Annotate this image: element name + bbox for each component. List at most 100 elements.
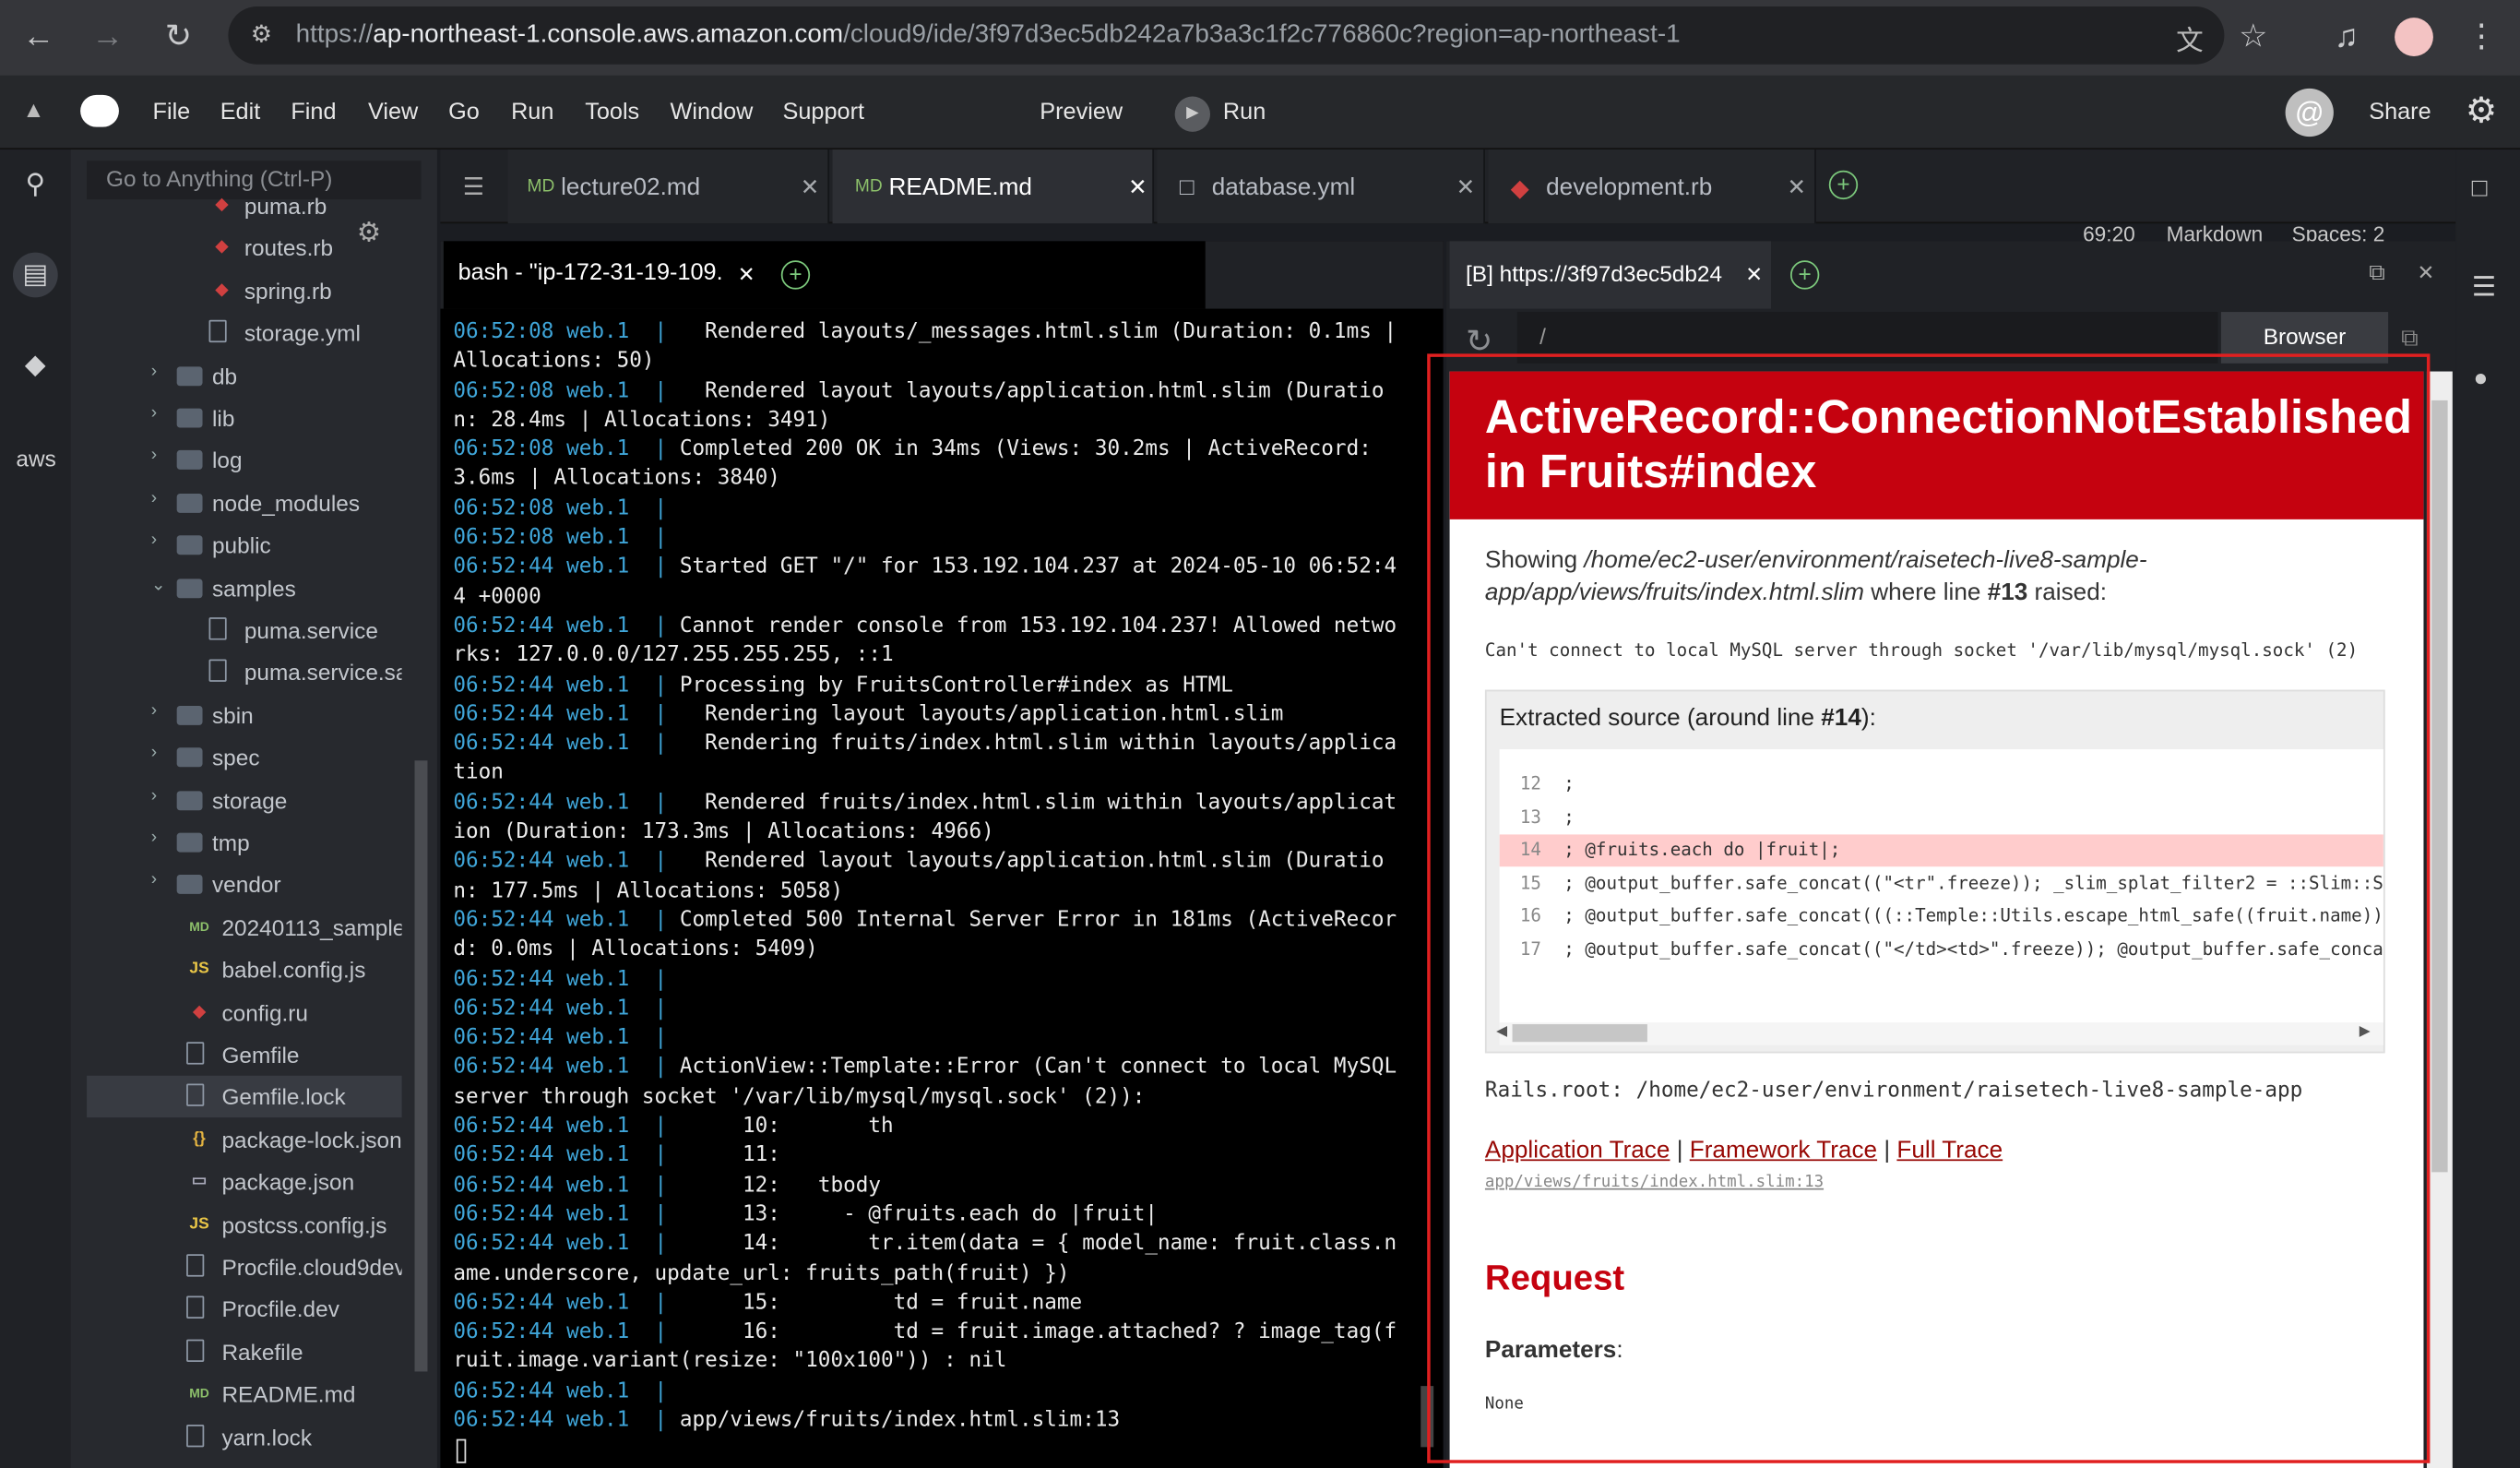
menu-file[interactable]: File	[153, 100, 191, 125]
menu-edit[interactable]: Edit	[220, 100, 261, 125]
preview-button[interactable]: Preview	[1040, 100, 1123, 125]
profile-avatar[interactable]	[2395, 18, 2433, 56]
tab-database-yml[interactable]: □ database.yml ✕	[1157, 149, 1485, 224]
tree-item[interactable]: JS postcss.config.js	[71, 1204, 402, 1246]
chevron-right-icon[interactable]: ›	[151, 531, 157, 550]
collaborator-avatar[interactable]: @	[2285, 88, 2334, 137]
expand-icon[interactable]: ⧉	[2401, 325, 2419, 352]
tree-item[interactable]: Gemfile.lock	[87, 1076, 402, 1118]
preview-scroll-thumb[interactable]	[2431, 400, 2448, 1173]
tree-item[interactable]: ◆ spring.rb	[71, 269, 402, 311]
menu-run[interactable]: Run	[511, 100, 553, 125]
tree-item[interactable]: › tmp	[71, 821, 402, 863]
back-icon[interactable]: ←	[19, 18, 58, 56]
close-icon[interactable]: ✕	[738, 262, 755, 288]
chevron-right-icon[interactable]: ›	[151, 446, 157, 465]
menu-find[interactable]: Find	[291, 100, 336, 125]
tree-item[interactable]: ◆ puma.rb	[71, 185, 402, 226]
tree-item[interactable]: Rakefile	[71, 1331, 402, 1373]
media-control-icon[interactable]: ♫	[2327, 18, 2366, 56]
collaborate-icon[interactable]: □	[2472, 175, 2488, 204]
add-preview-icon[interactable]: +	[1789, 260, 1820, 290]
tree-item[interactable]: › sbin	[71, 694, 402, 735]
tree-item[interactable]: ⌄ samples	[71, 567, 402, 608]
close-icon[interactable]: ✕	[801, 173, 819, 201]
outline-icon[interactable]: ☰	[2472, 272, 2497, 304]
tree-item[interactable]: ◆ config.ru	[71, 991, 402, 1032]
tree-item[interactable]: puma.service	[71, 609, 402, 650]
close-pane-icon[interactable]: ✕	[2417, 260, 2434, 286]
tab-readme[interactable]: MD README.md ✕	[832, 149, 1155, 224]
menu-view[interactable]: View	[368, 100, 418, 125]
preview-tab[interactable]: [B] https://3f97d3ec5db24 ✕	[1449, 241, 1772, 309]
close-icon[interactable]: ✕	[1787, 173, 1805, 201]
tree-item[interactable]: › node_modules	[71, 482, 402, 523]
tab-lecture02[interactable]: MD lecture02.md ✕	[507, 149, 830, 224]
terminal-pane[interactable]: bash - "ip-172-31-19-109. ✕ + 06:52:08 w…	[440, 241, 1444, 1468]
menu-go[interactable]: Go	[448, 100, 480, 125]
tree-item[interactable]: › vendor	[71, 864, 402, 905]
reload-icon[interactable]: ↻	[159, 18, 197, 56]
chevron-right-icon[interactable]: ›	[151, 361, 157, 380]
close-icon[interactable]: ✕	[1745, 262, 1763, 288]
run-play-icon[interactable]: ▶	[1174, 96, 1210, 132]
collapse-up-icon[interactable]: ▲	[22, 97, 44, 123]
forward-icon[interactable]: →	[89, 18, 127, 56]
tree-item[interactable]: › spec	[71, 736, 402, 778]
tree-item[interactable]: › lib	[71, 397, 402, 438]
run-button[interactable]: Run	[1223, 100, 1266, 125]
tree-item[interactable]: yarn.lock	[71, 1416, 402, 1458]
tree-item[interactable]: › db	[71, 354, 402, 396]
environment-files-icon[interactable]: ▤	[12, 252, 58, 298]
source-control-icon[interactable]: ◆	[16, 346, 54, 385]
cloud9-logo-icon[interactable]	[80, 94, 119, 127]
menu-support[interactable]: Support	[783, 100, 865, 125]
address-bar[interactable]: ⚙ https://ap-northeast-1.console.aws.ama…	[228, 6, 2225, 65]
tab-development-rb[interactable]: ◆ development.rb ✕	[1488, 149, 1816, 224]
close-icon[interactable]: ✕	[1128, 173, 1147, 201]
tree-item[interactable]: Procfile.dev	[71, 1289, 402, 1331]
tree-item[interactable]: MD 20240113_sample.md	[71, 906, 401, 948]
tree-item[interactable]: › public	[71, 524, 402, 566]
pop-out-icon[interactable]: ⧉	[2369, 259, 2384, 287]
chevron-right-icon[interactable]: ›	[151, 785, 157, 805]
close-icon[interactable]: ✕	[1456, 173, 1475, 201]
terminal-output: 06:52:08 web.1 | Rendered layouts/_messa…	[453, 318, 1408, 1437]
translate-icon[interactable]: 文	[2176, 18, 2204, 58]
tree-scrollbar[interactable]	[414, 760, 428, 1372]
chevron-right-icon[interactable]: ›	[151, 870, 157, 889]
aws-icon[interactable]: aws	[16, 439, 55, 478]
chevron-right-icon[interactable]: ›	[151, 743, 157, 762]
chevron-right-icon[interactable]: ›	[151, 488, 157, 507]
add-terminal-icon[interactable]: +	[780, 260, 811, 290]
settings-gear-icon[interactable]: ⚙	[2466, 90, 2497, 132]
tree-item[interactable]: › log	[71, 439, 402, 481]
preview-scrollbar[interactable]	[2426, 371, 2453, 1468]
tree-item[interactable]: ▭ package.json	[71, 1161, 402, 1202]
add-tab-icon[interactable]: +	[1828, 170, 1859, 200]
site-info-icon[interactable]: ⚙	[251, 19, 272, 49]
tree-item[interactable]: Gemfile	[71, 1033, 402, 1075]
chevron-right-icon[interactable]: ›	[151, 828, 157, 847]
menu-window[interactable]: Window	[671, 100, 754, 125]
terminal-tab[interactable]: bash - "ip-172-31-19-109. ✕	[443, 241, 1206, 309]
tree-item[interactable]: › storage	[71, 779, 402, 820]
menu-tools[interactable]: Tools	[585, 100, 639, 125]
bookmark-star-icon[interactable]: ☆	[2234, 18, 2273, 56]
tree-item[interactable]: ◆ routes.rb	[71, 227, 402, 269]
chevron-right-icon[interactable]: ›	[151, 700, 157, 720]
chevron-right-icon[interactable]: ›	[151, 403, 157, 423]
tree-item[interactable]: Procfile.cloud9dev	[71, 1247, 402, 1288]
tree-item[interactable]: puma.service.sample	[71, 651, 402, 693]
tree-item[interactable]: MD README.md	[71, 1374, 402, 1415]
chevron-down-icon[interactable]: ⌄	[151, 573, 166, 594]
tree-item[interactable]: JS babel.config.js	[71, 949, 402, 990]
share-button[interactable]: Share	[2369, 100, 2431, 125]
tree-item[interactable]: {} package-lock.json	[71, 1119, 401, 1161]
search-icon[interactable]: ⚲	[16, 165, 54, 204]
tab-list-menu-icon[interactable]: ☰	[463, 172, 484, 201]
debugger-icon[interactable]: ●	[2473, 365, 2488, 393]
terminal-line: 06:52:44 web.1 | Started GET "/" for 153…	[453, 554, 1408, 613]
tree-item[interactable]: storage.yml	[71, 312, 402, 353]
chrome-menu-icon[interactable]: ⋮	[2462, 18, 2501, 56]
